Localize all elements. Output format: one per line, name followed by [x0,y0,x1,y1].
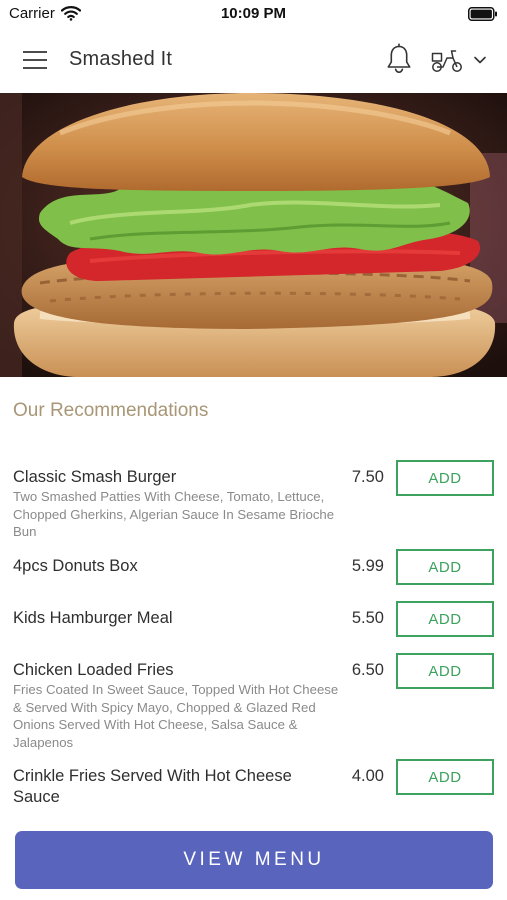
item-name: Kids Hamburger Meal [13,609,173,627]
add-button[interactable]: ADD [396,549,494,585]
item-description: Fries Coated In Sweet Sauce, Topped With… [13,682,339,750]
scooter-icon[interactable] [429,45,465,75]
app-title: Smashed It [69,48,173,70]
item-price: 6.50 [351,661,384,679]
item-name: Crinkle Fries Served With Hot Cheese Sau… [13,767,292,806]
add-button[interactable]: ADD [396,759,494,795]
hamburger-menu-icon[interactable] [20,48,50,72]
item-price: 7.50 [351,468,384,486]
item-name: Classic Smash Burger [13,468,177,486]
add-button[interactable]: ADD [396,653,494,689]
burger-photo [0,93,507,377]
item-name: Chicken Loaded Fries [13,661,174,679]
battery-icon [468,7,498,21]
item-description: Two Smashed Patties With Cheese, Tomato,… [13,489,335,540]
item-name: 4pcs Donuts Box [13,557,138,575]
app-header: Smashed It [0,28,507,92]
item-price: 4.00 [351,767,384,785]
view-menu-button[interactable]: VIEW MENU [15,831,493,889]
bell-icon[interactable] [383,43,415,75]
item-price: 5.50 [351,609,384,627]
status-bar: Carrier 10:09 PM [0,0,507,28]
item-price: 5.99 [351,557,384,575]
section-title-recommendations: Our Recommendations [13,400,209,421]
add-button[interactable]: ADD [396,601,494,637]
add-button[interactable]: ADD [396,460,494,496]
chevron-down-icon[interactable] [471,52,489,68]
status-time: 10:09 PM [220,5,287,22]
